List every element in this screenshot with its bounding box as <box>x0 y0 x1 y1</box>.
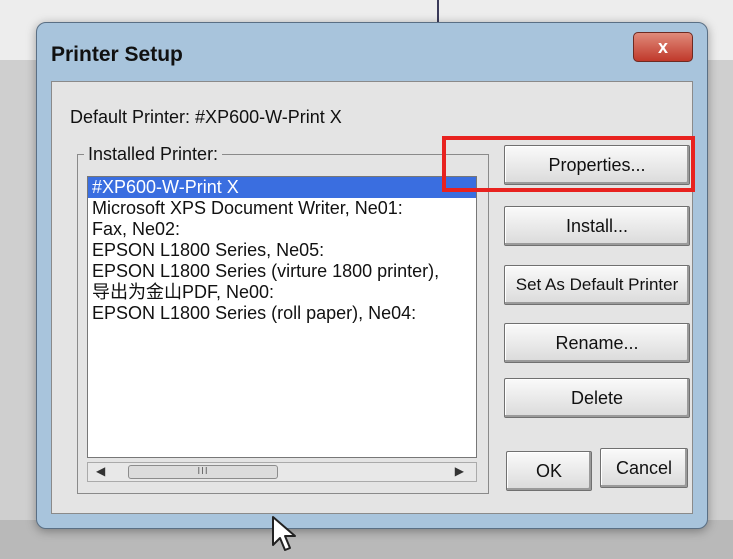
delete-button[interactable]: Delete <box>504 378 690 418</box>
printer-list-item[interactable]: EPSON L1800 Series (roll paper), Ne04: <box>88 303 476 324</box>
horizontal-scrollbar[interactable]: ◀ III ▶ <box>87 462 477 482</box>
printer-list-item[interactable]: Microsoft XPS Document Writer, Ne01: <box>88 198 476 219</box>
title-bar[interactable]: Printer Setup x <box>37 23 707 81</box>
printer-list-item[interactable]: EPSON L1800 Series, Ne05: <box>88 240 476 261</box>
printer-listbox[interactable]: #XP600-W-Print X Microsoft XPS Document … <box>87 176 477 458</box>
installed-printer-group: Installed Printer: #XP600-W-Print X Micr… <box>77 144 489 494</box>
printer-list-item[interactable]: 导出为金山PDF, Ne00: <box>88 282 476 303</box>
scroll-right-arrow-icon[interactable]: ▶ <box>455 464 464 478</box>
close-icon: x <box>657 36 668 57</box>
printer-list-item[interactable]: #XP600-W-Print X <box>88 177 476 198</box>
close-button[interactable]: x <box>633 32 693 62</box>
scroll-left-arrow-icon[interactable]: ◀ <box>96 464 105 478</box>
mouse-cursor-icon <box>272 516 296 551</box>
install-button[interactable]: Install... <box>504 206 690 246</box>
printer-list-item[interactable]: EPSON L1800 Series (virture 1800 printer… <box>88 261 476 282</box>
scroll-thumb[interactable]: III <box>128 465 278 479</box>
cancel-button[interactable]: Cancel <box>600 448 688 488</box>
printer-list-item[interactable]: Fax, Ne02: <box>88 219 476 240</box>
installed-printer-label: Installed Printer: <box>84 144 223 165</box>
dialog-title: Printer Setup <box>51 43 183 66</box>
set-default-printer-button[interactable]: Set As Default Printer <box>504 265 690 305</box>
default-printer-label: Default Printer: #XP600-W-Print X <box>70 107 342 127</box>
highlight-box <box>442 136 695 192</box>
ok-button[interactable]: OK <box>506 451 592 491</box>
printer-setup-dialog: Printer Setup x Default Printer: #XP600-… <box>36 22 708 529</box>
rename-button[interactable]: Rename... <box>504 323 690 363</box>
